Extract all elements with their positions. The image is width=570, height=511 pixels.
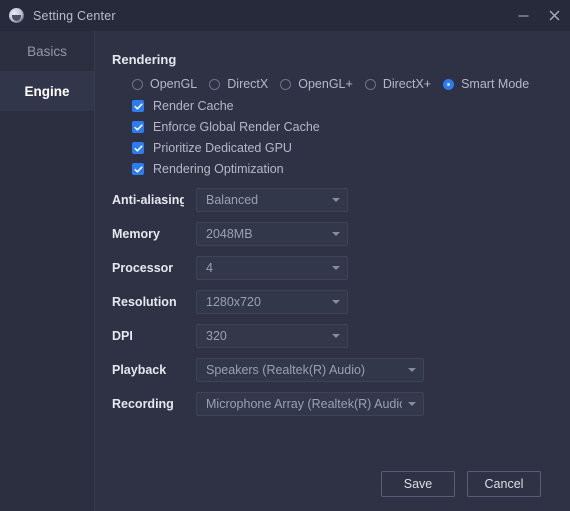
save-button[interactable]: Save [381,471,455,497]
checkbox-label: Render Cache [153,99,234,113]
radio-smart-mode[interactable]: Smart Mode [443,77,529,91]
dropdown-value: Microphone Array (Realtek(R) Audio) [206,397,402,411]
radio-icon [132,78,143,90]
radio-label: Smart Mode [461,77,530,91]
radio-label: OpenGL+ [298,77,353,91]
title-bar: Setting Center [0,0,570,31]
row-recording: Recording Microphone Array (Realtek(R) A… [112,392,424,416]
engine-settings-panel: Rendering OpenGL DirectX OpenGL+ DirectX… [96,31,570,511]
close-icon[interactable] [539,0,570,31]
radio-icon [364,78,376,90]
dropdown-recording[interactable]: Microphone Array (Realtek(R) Audio) [196,392,424,416]
checkbox-label: Rendering Optimization [153,162,284,176]
dropdown-dpi[interactable]: 320 [196,324,348,348]
cancel-button[interactable]: Cancel [467,471,541,497]
checkmark-icon [132,121,144,133]
checkbox-label: Prioritize Dedicated GPU [153,141,292,155]
chevron-down-icon [332,198,340,202]
label-memory: Memory [112,227,160,241]
radio-icon-selected [443,78,455,90]
chevron-down-icon [408,402,416,406]
radio-icon [280,78,292,90]
dropdown-anti-aliasing[interactable]: Balanced [196,188,348,212]
label-recording: Recording [112,397,174,411]
label-processor: Processor [112,261,174,275]
checkmark-icon [132,163,144,175]
window-title: Setting Center [33,8,116,23]
dropdown-playback[interactable]: Speakers (Realtek(R) Audio) [196,358,424,382]
render-mode-radio-group: OpenGL DirectX OpenGL+ DirectX+ Smart Mo… [132,77,529,91]
dropdown-value: 320 [206,329,227,343]
sidebar: Basics Engine [0,31,95,511]
row-processor: Processor 4 [112,256,348,280]
checkmark-icon [132,100,144,112]
radio-label: DirectX [227,77,269,91]
chevron-down-icon [332,266,340,270]
radio-icon [209,78,221,90]
dropdown-resolution[interactable]: 1280x720 [196,290,348,314]
radio-directx-plus[interactable]: DirectX+ [364,77,432,91]
sidebar-item-basics[interactable]: Basics [0,31,94,71]
checkmark-icon [132,142,144,154]
radio-label: OpenGL [150,77,198,91]
dropdown-processor[interactable]: 4 [196,256,348,280]
checkbox-rendering-optimization[interactable]: Rendering Optimization [132,162,284,176]
dropdown-value: 1280x720 [206,295,261,309]
radio-opengl[interactable]: OpenGL [132,77,197,91]
label-resolution: Resolution [112,295,177,309]
chevron-down-icon [332,232,340,236]
chevron-down-icon [332,334,340,338]
sidebar-item-label: Basics [27,43,67,59]
dropdown-value: Speakers (Realtek(R) Audio) [206,363,366,377]
window-controls [508,0,570,31]
minimize-icon[interactable] [508,0,539,31]
checkbox-enforce-global-render-cache[interactable]: Enforce Global Render Cache [132,120,320,134]
dropdown-value: 4 [206,261,213,275]
chevron-down-icon [408,368,416,372]
setting-center-window: Setting Center Basics Engine Rendering O… [0,0,570,511]
label-playback: Playback [112,363,167,377]
checkbox-prioritize-dedicated-gpu[interactable]: Prioritize Dedicated GPU [132,141,292,155]
dropdown-memory[interactable]: 2048MB [196,222,348,246]
row-dpi: DPI 320 [112,324,348,348]
sidebar-item-engine[interactable]: Engine [0,71,94,111]
checkbox-render-cache[interactable]: Render Cache [132,99,234,113]
chevron-down-icon [332,300,340,304]
row-anti-aliasing: Anti-aliasing Balanced [112,188,348,212]
section-title-rendering: Rendering [112,52,177,67]
dropdown-value: Balanced [206,193,259,207]
radio-opengl-plus[interactable]: OpenGL+ [280,77,353,91]
sidebar-item-label: Engine [24,83,70,99]
label-dpi: DPI [112,329,133,343]
row-playback: Playback Speakers (Realtek(R) Audio) [112,358,424,382]
row-resolution: Resolution 1280x720 [112,290,348,314]
row-memory: Memory 2048MB [112,222,348,246]
app-logo-icon [9,8,24,23]
checkbox-label: Enforce Global Render Cache [153,120,320,134]
label-anti-aliasing: Anti-aliasing [112,193,184,207]
radio-label: DirectX+ [382,77,432,91]
radio-directx[interactable]: DirectX [209,77,268,91]
dropdown-value: 2048MB [206,227,253,241]
